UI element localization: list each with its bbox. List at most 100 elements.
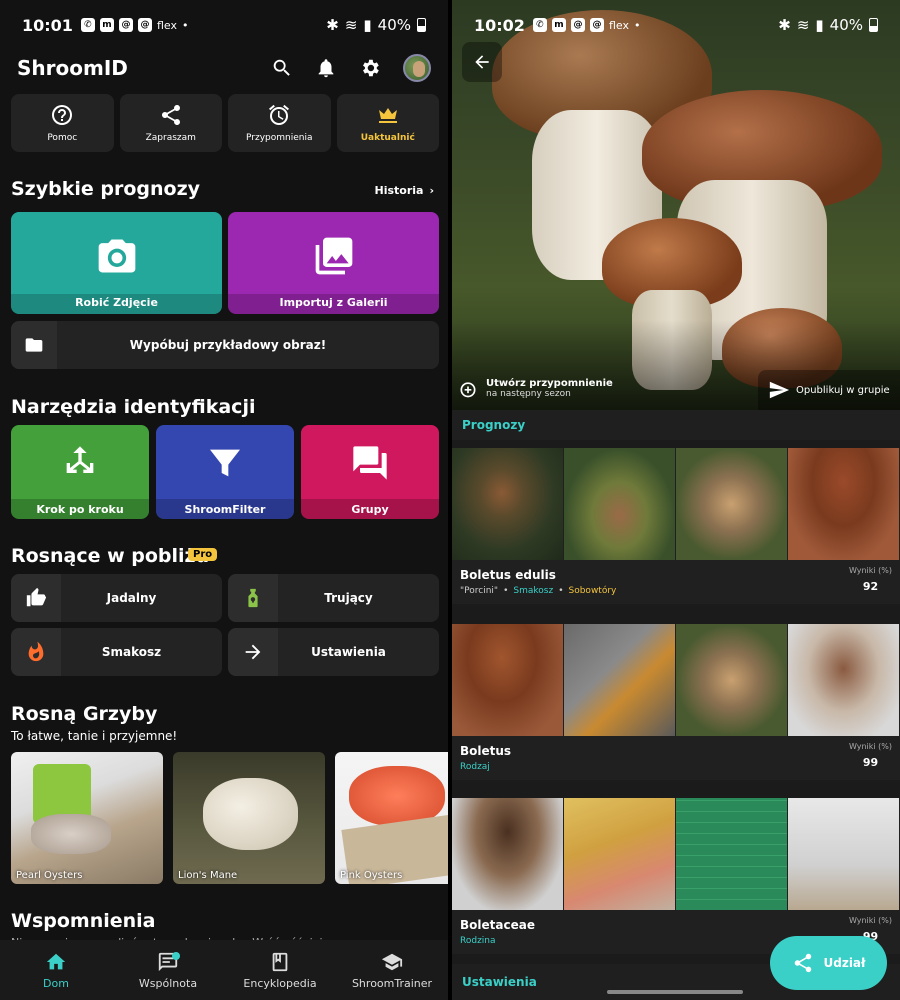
whatsapp-icon: ✆ [532,18,547,32]
bluetooth-icon: ✱ [326,16,339,34]
chevron-right-icon: › [429,184,434,197]
import-gallery-card[interactable]: Importuj z Galerii [228,212,439,314]
graduation-cap-icon [381,953,403,970]
avatar[interactable] [403,54,431,82]
gourmet-button[interactable]: Smakosz [11,628,222,676]
step-by-step-card[interactable]: Krok po kroku [11,425,149,519]
result-name: Boletaceae [460,918,535,932]
score-label: Wyniki (%) [848,566,892,575]
nav-encyclopedia[interactable]: Encyklopedia [224,940,336,1000]
app-m-icon: m [551,18,566,32]
take-photo-card[interactable]: Robić Zdjęcie [11,212,222,314]
groups-label: Grupy [351,503,389,516]
memories-title: Wspomnienia [11,910,156,932]
history-label: Historia [374,184,424,197]
result-photo [564,624,675,736]
edible-label: Jadalny [106,591,157,605]
groups-card[interactable]: Grupy [301,425,439,519]
home-screen: 10:01 ✆ m @ @ flex • ✱ ≋ ▮ 40% ShroomID [0,0,448,1000]
forecasts-title: Szybkie prognozy [11,178,201,200]
wifi-icon: ≋ [344,16,358,34]
pro-badge: Pro [188,548,218,561]
threads-icon: @ [570,18,585,32]
home-icon [46,953,66,969]
whatsapp-icon: ✆ [80,18,95,32]
reminders-label: Przypomnienia [246,133,313,143]
result-card-boletaceae[interactable]: Boletaceae Rodzina Wyniki (%) 99 [452,798,900,954]
bell-icon[interactable] [315,57,337,79]
grow-card-pearl-oysters[interactable]: Pearl Oysters [11,752,163,884]
arrow-right-icon [245,644,261,660]
create-reminder-button[interactable]: Utwórz przypomnienie na następny sezon [458,378,613,399]
threads-icon: @ [118,18,133,32]
bottom-nav: Dom Wspólnota Encyklopedia ShroomTrainer [0,940,448,1000]
reminder-title: Utwórz przypomnienie [486,378,613,389]
nav-home[interactable]: Dom [0,940,112,1000]
edible-button[interactable]: Jadalny [11,574,222,622]
result-photo [676,624,787,736]
share-icon [161,104,180,125]
result-card-boletus[interactable]: Boletus Rodzaj Wyniki (%) 99 [452,624,900,780]
publish-group-button[interactable]: Opublikuj w grupie [758,370,900,410]
quick-actions: Pomoc Zapraszam Przypomnienia Uaktualnić [11,94,439,152]
shroomfilter-label: ShroomFilter [184,503,266,516]
try-sample-button[interactable]: Wypóbuj przykładowy obraz! [11,321,439,369]
gesture-bar [607,990,743,994]
reminders-button[interactable]: Przypomnienia [228,94,331,152]
gear-icon[interactable] [359,57,381,79]
tools-title: Narzędzia identyfikacji [11,396,256,418]
bluetooth-icon: ✱ [778,16,791,34]
result-tag: Sobowtóry [568,586,617,596]
camera-icon [98,239,135,273]
book-icon [272,952,288,971]
upgrade-button[interactable]: Uaktualnić [336,94,439,152]
result-photo [564,798,675,910]
help-button[interactable]: Pomoc [11,94,114,152]
chat-icon [353,446,387,480]
filter-icon [210,449,240,477]
hero-photo: Utwórz przypomnienie na następny sezon O… [452,0,900,410]
result-name: Boletus edulis [460,568,556,582]
nav-community[interactable]: Wspólnota [112,940,224,1000]
lions-mane-shape [203,778,298,850]
result-common-name: "Porcini" [460,586,499,596]
grow-title: Rosną Grzyby [11,703,158,725]
score-label: Wyniki (%) [848,916,892,925]
decision-tree-icon [66,446,94,473]
signal-icon: ▮ [363,16,372,34]
search-icon[interactable] [271,57,293,79]
grow-subtitle: To łatwe, tanie i przyjemne! [11,729,178,743]
battery-icon [869,18,878,32]
nearby-settings-button[interactable]: Ustawienia [228,628,439,676]
result-photo [452,624,563,736]
grow-label: Pink Oysters [340,870,403,881]
result-images [452,798,900,910]
nav-shroomtrainer[interactable]: ShroomTrainer [336,940,448,1000]
send-icon [769,381,790,399]
share-label: Udział [823,956,866,970]
poisonous-button[interactable]: Trujący [228,574,439,622]
result-photo [452,448,563,560]
separator-dot: • [503,586,509,596]
poison-bottle-icon [248,588,258,608]
app-m-icon: m [99,18,114,32]
status-time: 10:01 [22,15,73,35]
grow-card-lions-mane[interactable]: Lion's Mane [173,752,325,884]
nav-encyclopedia-label: Encyklopedia [243,976,317,990]
dot-icon: • [633,18,641,32]
result-images [452,448,900,560]
flex-label: flex [608,18,629,32]
nav-shroomtrainer-label: ShroomTrainer [351,976,433,990]
separator-dot: • [558,586,564,596]
score-value: 92 [862,580,879,593]
history-link[interactable]: Historia › [374,184,434,197]
grow-card-pink-oysters[interactable]: Pink Oysters [335,752,448,884]
dot-icon: • [181,18,189,32]
status-bar: 10:02 ✆ m @ @ flex • ✱ ≋ ▮ 40% [452,0,900,50]
invite-button[interactable]: Zapraszam [119,94,222,152]
share-fab[interactable]: Udział [770,936,887,990]
flame-icon [28,641,44,662]
result-card-boletus-edulis[interactable]: Boletus edulis "Porcini" • Smakosz • Sob… [452,448,900,604]
signal-icon: ▮ [815,16,824,34]
shroomfilter-card[interactable]: ShroomFilter [156,425,294,519]
